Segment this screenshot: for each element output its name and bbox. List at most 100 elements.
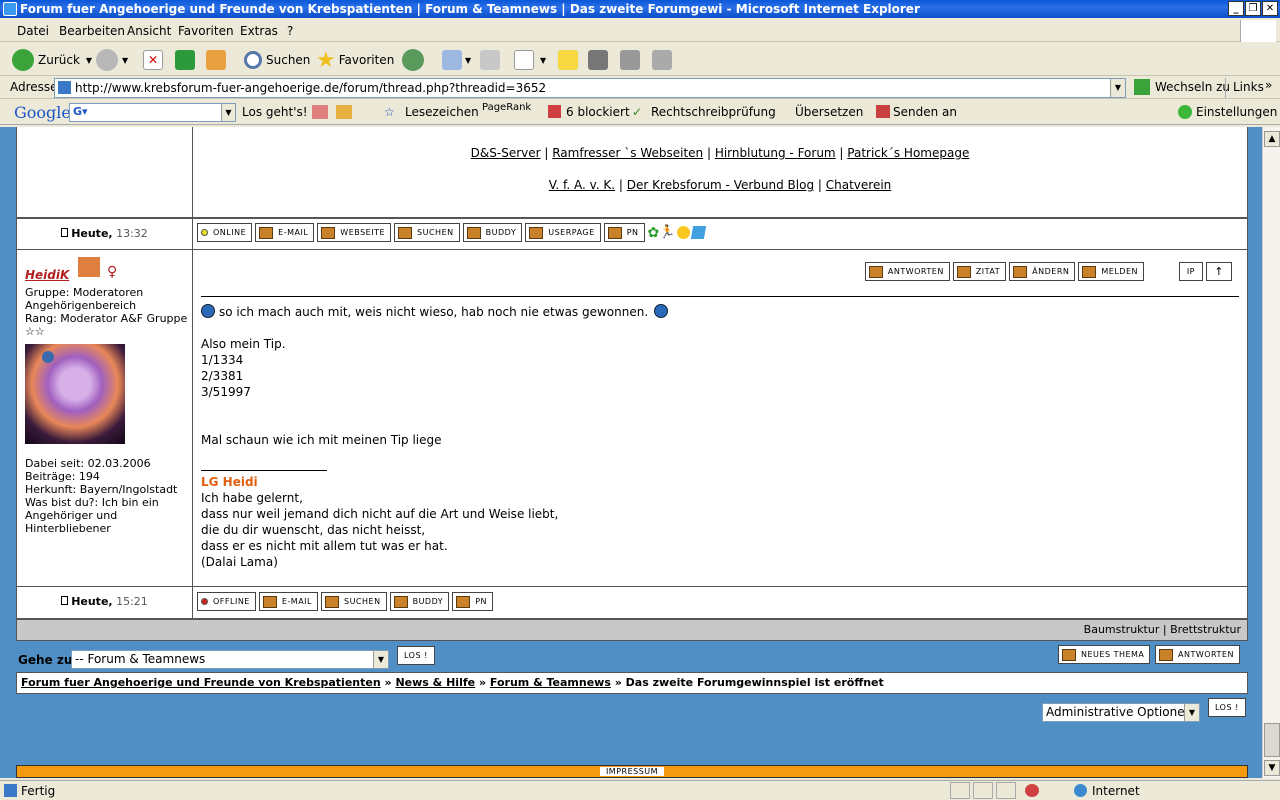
stop-button[interactable]: ✕ bbox=[143, 48, 163, 72]
minimize-button[interactable]: _ bbox=[1228, 1, 1244, 16]
note-button[interactable] bbox=[558, 48, 578, 72]
close-button[interactable]: ✕ bbox=[1262, 1, 1278, 16]
print-button[interactable] bbox=[480, 48, 500, 72]
admin-options-select[interactable]: Administrative Optionen: ▼ bbox=[1042, 703, 1200, 722]
research-button[interactable] bbox=[620, 48, 640, 72]
menu-favoriten[interactable]: Favoriten bbox=[178, 24, 234, 38]
maximize-button[interactable]: ❐ bbox=[1245, 1, 1261, 16]
email-button[interactable]: E-MAIL bbox=[258, 592, 318, 611]
word-icon bbox=[514, 50, 534, 70]
popup-blocked-icon[interactable] bbox=[1025, 784, 1039, 797]
pm-button[interactable]: PN bbox=[603, 223, 645, 242]
goto-go-button[interactable]: LOS ! bbox=[397, 646, 435, 665]
quote-button[interactable]: ZITAT bbox=[952, 262, 1007, 281]
edit-button[interactable]: ▼ bbox=[514, 48, 546, 72]
new-thread-button[interactable]: NEUES THEMA bbox=[1058, 645, 1151, 664]
link-ds-server[interactable]: D&S-Server bbox=[471, 146, 541, 160]
msn-icon[interactable] bbox=[691, 226, 707, 239]
post-2: HeidiK ♀ Gruppe: Moderatoren Angehörigen… bbox=[16, 249, 1248, 587]
menu-datei[interactable]: Datei bbox=[17, 24, 49, 38]
address-dropdown-arrow[interactable]: ▼ bbox=[1110, 79, 1125, 97]
go-arrow-icon[interactable] bbox=[1134, 79, 1150, 95]
address-input[interactable]: http://www.krebsforum-fuer-angehoerige.d… bbox=[54, 78, 1126, 98]
link-patrick[interactable]: Patrick´s Homepage bbox=[847, 146, 969, 160]
go-button[interactable]: Wechseln zu bbox=[1155, 80, 1230, 94]
link-blog[interactable]: Der Krebsforum - Verbund Blog bbox=[627, 178, 814, 192]
report-button[interactable]: MELDEN bbox=[1078, 262, 1144, 281]
homepage-house-icon[interactable] bbox=[78, 257, 100, 277]
goto-select[interactable]: -- Forum & Teamnews ▼ bbox=[71, 650, 389, 669]
userpage-button[interactable]: USERPAGE bbox=[525, 223, 601, 242]
back-button[interactable]: Zurück ▼ bbox=[12, 48, 92, 72]
admin-go-button[interactable]: LOS ! bbox=[1208, 698, 1246, 717]
menu-extras[interactable]: Extras bbox=[240, 24, 278, 38]
home-button[interactable] bbox=[206, 48, 226, 72]
signature-divider bbox=[201, 470, 327, 471]
post-date: Heute, bbox=[71, 595, 113, 608]
refresh-button[interactable] bbox=[175, 48, 195, 72]
messenger-icon bbox=[588, 50, 608, 70]
mail-button[interactable]: ▼ bbox=[442, 48, 471, 72]
search-user-button[interactable]: SUCHEN bbox=[394, 223, 460, 242]
google-search-button[interactable]: Los geht's! bbox=[242, 105, 308, 119]
settings-button[interactable]: Einstellungen bbox=[1196, 105, 1277, 119]
links-button[interactable]: Links bbox=[1233, 80, 1264, 94]
reply-thread-button[interactable]: ANTWORTEN bbox=[1155, 645, 1240, 664]
yahoo-icon[interactable] bbox=[677, 226, 691, 239]
impressum-link[interactable]: IMPRESSUM bbox=[599, 767, 665, 776]
google-g-icon: G▾ bbox=[73, 105, 88, 118]
breadcrumb-news[interactable]: News & Hilfe bbox=[395, 676, 475, 689]
bookmark-star-icon: ☆ bbox=[384, 105, 395, 119]
tools-button[interactable] bbox=[652, 48, 672, 72]
online-button[interactable]: ONLINE bbox=[197, 223, 253, 242]
spellcheck-button[interactable]: Rechtschreibprüfung bbox=[651, 105, 776, 119]
translate-button[interactable]: Übersetzen bbox=[795, 105, 863, 119]
board-view-link[interactable]: Brettstruktur bbox=[1170, 623, 1241, 636]
omni-icon[interactable] bbox=[336, 105, 352, 119]
vertical-scrollbar[interactable]: ▲ ▼ bbox=[1262, 127, 1280, 778]
messenger-button[interactable] bbox=[588, 48, 608, 72]
aim-icon[interactable]: 🏃 bbox=[659, 225, 675, 240]
reply-button[interactable]: ANTWORTEN bbox=[864, 262, 950, 281]
search-button[interactable]: Suchen bbox=[244, 48, 310, 72]
scroll-top-button[interactable]: ↑ bbox=[1206, 262, 1232, 281]
send-button[interactable]: Senden an bbox=[893, 105, 957, 119]
author-name[interactable]: HeidiK bbox=[25, 269, 69, 282]
popup-blocker[interactable]: 6 blockiert bbox=[566, 105, 630, 119]
scroll-up-arrow[interactable]: ▲ bbox=[1264, 131, 1280, 147]
history-button[interactable] bbox=[402, 48, 428, 72]
link-chatverein[interactable]: Chatverein bbox=[826, 178, 892, 192]
link-ramfresser[interactable]: Ramfresser `s Webseiten bbox=[552, 146, 703, 160]
google-search-input[interactable]: G▾ ▼ bbox=[69, 103, 236, 122]
offline-button[interactable]: OFFLINE bbox=[197, 592, 256, 611]
ip-button[interactable]: IP bbox=[1178, 262, 1203, 281]
news-icon[interactable] bbox=[312, 105, 328, 119]
menu-bearbeiten[interactable]: Bearbeiten bbox=[59, 24, 125, 38]
scroll-down-arrow[interactable]: ▼ bbox=[1264, 760, 1280, 776]
post-divider bbox=[201, 296, 1239, 297]
icq-icon[interactable]: ✿ bbox=[648, 225, 660, 241]
author-rank: Rang: Moderator A&F Gruppe bbox=[25, 312, 188, 325]
link-vfavk[interactable]: V. f. A. v. K. bbox=[549, 178, 615, 192]
link-hirnblutung[interactable]: Hirnblutung - Forum bbox=[715, 146, 836, 160]
search-user-button[interactable]: SUCHEN bbox=[321, 592, 387, 611]
buddy-button[interactable]: BUDDY bbox=[389, 592, 450, 611]
favorites-button[interactable]: ★ Favoriten bbox=[316, 48, 394, 73]
breadcrumb-home[interactable]: Forum fuer Angehoerige und Freunde von K… bbox=[21, 676, 381, 689]
bookmarks-button[interactable]: Lesezeichen bbox=[405, 105, 479, 119]
post-time: 15:21 bbox=[116, 595, 148, 608]
buddy-button[interactable]: BUDDY bbox=[462, 223, 523, 242]
breadcrumb-forum[interactable]: Forum & Teamnews bbox=[490, 676, 611, 689]
email-button[interactable]: E-MAIL bbox=[255, 223, 315, 242]
post-1-footer: Heute, 13:32 ONLINE E-MAIL WEBSEITE SUCH… bbox=[16, 218, 1248, 250]
pm-button[interactable]: PN bbox=[452, 592, 494, 611]
website-button[interactable]: WEBSEITE bbox=[317, 223, 392, 242]
edit-post-button[interactable]: ÄNDERN bbox=[1009, 262, 1076, 281]
scroll-thumb[interactable] bbox=[1264, 723, 1280, 757]
tree-view-link[interactable]: Baumstruktur bbox=[1084, 623, 1160, 636]
post-icon bbox=[61, 228, 69, 237]
menu-ansicht[interactable]: Ansicht bbox=[127, 24, 171, 38]
pagerank-indicator[interactable]: PageRank bbox=[482, 102, 531, 113]
menu-help[interactable]: ? bbox=[287, 24, 293, 38]
forward-button[interactable]: ▼ bbox=[96, 48, 128, 72]
